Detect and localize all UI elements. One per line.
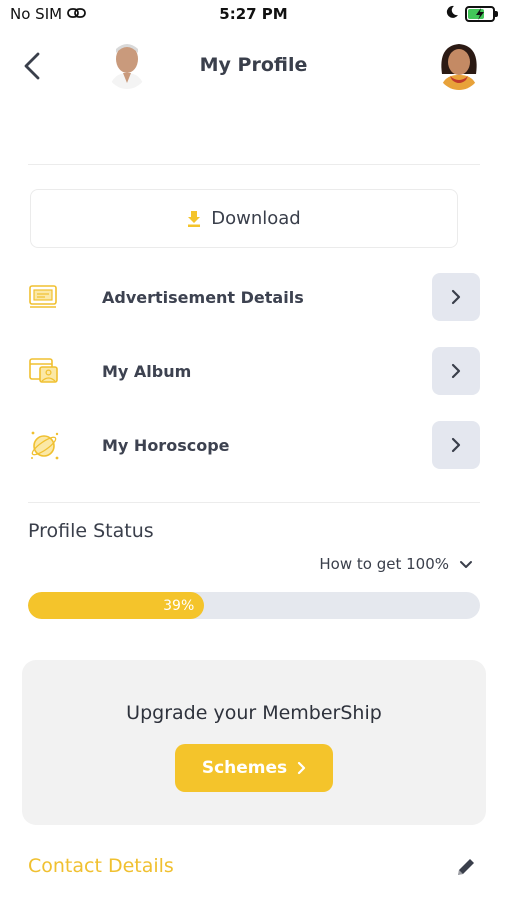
status-bar: No SIM 5:27 PM xyxy=(0,0,507,30)
my-album-chevron-button[interactable] xyxy=(432,347,480,395)
menu-item-my-album[interactable]: My Album xyxy=(28,346,480,396)
battery-icon xyxy=(465,5,498,22)
upgrade-title: Upgrade your MemberShip xyxy=(126,702,382,724)
chevron-right-icon xyxy=(451,363,461,379)
edit-contact-button[interactable] xyxy=(453,854,479,880)
moon-icon xyxy=(445,4,459,23)
upgrade-membership-card: Upgrade your MemberShip Schemes xyxy=(22,660,486,825)
advertisement-icon xyxy=(28,279,68,315)
schemes-label: Schemes xyxy=(201,758,288,778)
download-icon xyxy=(188,210,201,227)
chevron-right-icon xyxy=(451,437,461,453)
pencil-icon xyxy=(458,859,474,875)
download-button[interactable]: Download xyxy=(30,189,458,248)
menu-item-label: My Album xyxy=(102,361,192,381)
chevron-right-icon xyxy=(451,289,461,305)
status-right xyxy=(445,4,498,23)
my-horoscope-chevron-button[interactable] xyxy=(432,421,480,469)
status-time: 5:27 PM xyxy=(219,5,288,23)
header: My Profile xyxy=(0,34,507,98)
advertisement-details-chevron-button[interactable] xyxy=(432,273,480,321)
profile-status-title: Profile Status xyxy=(28,520,154,542)
profile-progress-bar: 39% xyxy=(28,592,480,619)
avatar-partner[interactable] xyxy=(436,40,482,90)
menu-item-my-horoscope[interactable]: My Horoscope xyxy=(28,420,480,470)
download-label: Download xyxy=(211,208,301,229)
menu-divider xyxy=(28,502,480,503)
menu-item-advertisement-details[interactable]: Advertisement Details xyxy=(28,272,480,322)
how-to-get-100-dropdown[interactable]: How to get 100% xyxy=(319,555,473,573)
schemes-button[interactable]: Schemes xyxy=(175,744,333,792)
chevron-down-icon xyxy=(460,560,472,568)
horoscope-icon xyxy=(28,427,68,463)
chevron-right-icon xyxy=(298,761,306,775)
progress-label: 39% xyxy=(163,597,195,614)
howto-label: How to get 100% xyxy=(319,555,449,573)
menu-item-label: Advertisement Details xyxy=(102,287,304,307)
profile-progress-fill: 39% xyxy=(28,592,205,619)
page-title: My Profile xyxy=(199,54,308,76)
header-divider xyxy=(28,164,480,165)
contact-details-title: Contact Details xyxy=(28,855,174,877)
album-icon xyxy=(28,353,68,389)
menu-item-label: My Horoscope xyxy=(102,435,230,455)
